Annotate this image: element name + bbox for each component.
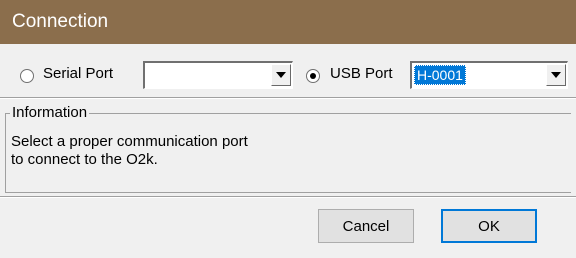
information-line-2: to connect to the O2k. [11, 151, 158, 168]
chevron-down-icon [276, 72, 286, 78]
serial-port-dropdown[interactable] [143, 61, 293, 89]
usb-port-radio[interactable] [306, 69, 320, 83]
serial-port-radio[interactable] [20, 69, 34, 83]
cancel-button[interactable]: Cancel [318, 209, 414, 243]
usb-port-value: H-0001 [414, 65, 466, 85]
information-legend: Information [10, 104, 90, 121]
usb-port-label[interactable]: USB Port [330, 65, 393, 82]
information-line-1: Select a proper communication port [11, 133, 248, 150]
serial-port-value [147, 65, 153, 85]
ok-button[interactable]: OK [441, 209, 537, 243]
usb-port-dropdown[interactable]: H-0001 [410, 61, 568, 89]
title-bar: Connection [0, 0, 576, 44]
usb-port-dropdown-button[interactable] [546, 64, 566, 86]
chevron-down-icon [551, 72, 561, 78]
serial-port-dropdown-button[interactable] [271, 64, 291, 86]
information-text: Select a proper communication port to co… [11, 133, 248, 169]
window-title: Connection [12, 11, 109, 32]
port-selection-row: Serial Port USB Port H-0001 [0, 44, 576, 96]
serial-port-label[interactable]: Serial Port [43, 65, 113, 82]
divider [0, 97, 576, 99]
divider [0, 196, 576, 198]
